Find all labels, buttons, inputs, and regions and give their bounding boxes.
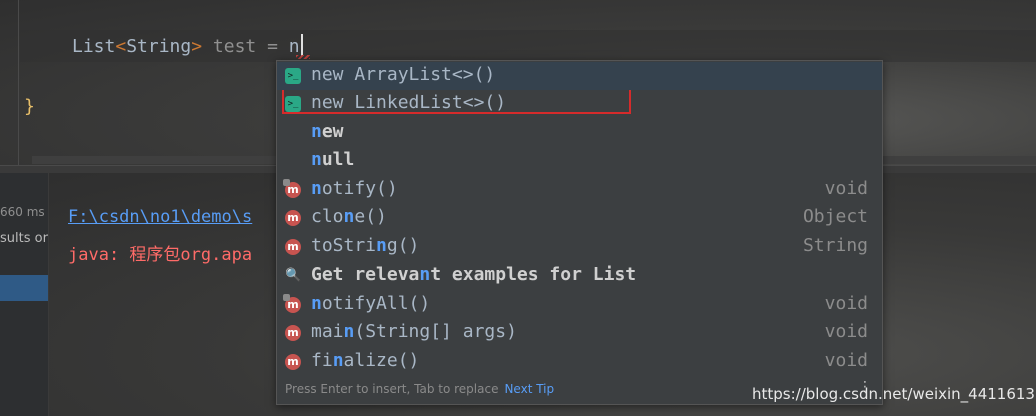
closing-brace: } [24,96,35,117]
completion-item[interactable]: >_ new LinkedList<>() [277,90,882,118]
completion-item[interactable]: m notify() void [277,176,882,204]
label-suffix: g() [386,235,420,256]
error-text: 程序包org.apa [129,245,253,265]
label-prefix: mai [311,321,344,342]
watermark: https://blog.csdn.net/weixin_44116132 [752,385,1036,403]
label-match: n [419,264,431,285]
completion-item-type: void [824,350,868,371]
completion-item-label: notify() [311,178,398,199]
label-match: n [343,206,355,227]
completion-item[interactable]: m main(String[] args) void [277,319,882,347]
completion-item-type: String [802,235,868,256]
generic-open: < [115,36,127,57]
run-output-path-link[interactable]: F:\csdn\no1\demo\s [68,207,252,227]
code-line[interactable]: List<String> test = n [72,34,303,57]
method-icon: m [283,294,301,313]
run-results-label: sults or [0,231,48,246]
completion-item-label: new ArrayList<>() [311,64,495,85]
next-tip-link[interactable]: Next Tip [504,382,554,396]
completion-item[interactable]: m finalize() void [277,348,882,376]
label-prefix: toStri [311,235,377,256]
label-match: n [376,235,387,256]
gutter-divider [18,0,19,165]
completion-item-label: Get relevant examples for List [311,264,636,285]
label-match: n [311,293,322,314]
label-suffix: otifyAll() [321,293,431,314]
method-icon: m [285,210,301,226]
live-template-icon: >_ [285,68,301,84]
label-suffix: (String[] args) [354,321,517,342]
method-icon: m [285,325,301,341]
completion-item-label: clone() [311,206,387,227]
method-icon: m [285,239,301,255]
label-prefix: Get releva [311,264,420,285]
method-icon: m [283,179,301,198]
label-prefix: new [311,92,355,113]
label-suffix: ArrayList<>() [354,64,496,85]
type-token: List [72,36,116,57]
label-suffix: ew [321,121,344,142]
completion-item[interactable]: m toString() String [277,233,882,261]
completion-item-label: new [311,121,344,142]
completion-item-label: main(String[] args) [311,321,517,342]
label-match: n [311,149,322,170]
completion-item-label: toString() [311,235,419,256]
typed-text: n [288,36,300,57]
completion-item[interactable]: m clone() Object [277,204,882,232]
search-icon: 🔍 [285,268,302,283]
label-suffix: ull [321,149,355,170]
completion-item-type: void [824,321,868,342]
completion-item-type: void [824,178,868,199]
completion-item-label: finalize() [311,350,419,371]
label-suffix: LinkedList<>() [354,92,507,113]
error-prefix: java: [68,245,130,265]
run-error-message: java: 程序包org.apa [68,240,252,265]
run-tree-selected-row[interactable] [0,275,48,301]
label-prefix: fi [311,350,333,371]
completion-item-label: notifyAll() [311,293,430,314]
label-suffix: e() [354,206,387,227]
run-duration: 660 ms [0,205,45,219]
label-prefix: clo [311,206,344,227]
completion-item-label: null [311,149,354,170]
text-cursor [300,34,303,56]
completion-item[interactable]: 🔍 Get relevant examples for List [277,262,882,290]
label-suffix: t examples for List [430,264,637,285]
completion-popup[interactable]: >_ new ArrayList<>() >_ new LinkedList<>() n… [276,60,883,405]
completion-item-type: Object [802,206,868,227]
method-icon: m [285,354,301,370]
completion-item-label: new LinkedList<>() [311,92,506,113]
label-match: n [343,321,355,342]
label-suffix: alize() [343,350,420,371]
generic-close: > [191,36,203,57]
variable-assignment: test = [202,36,289,57]
label-match: n [332,350,344,371]
completion-item[interactable]: new [277,119,882,147]
generic-type: String [126,36,192,57]
error-squiggle [296,55,310,59]
completion-item[interactable]: m notifyAll() void [277,291,882,319]
live-template-icon: >_ [285,96,301,112]
completion-footer: Press Enter to insert, Tab to replace Nex… [285,382,554,396]
completion-item[interactable]: >_ new ArrayList<>() [277,62,882,90]
completion-item-type: void [824,293,868,314]
label-prefix: new [311,64,355,85]
completion-item[interactable]: null [277,147,882,175]
footer-hint: Press Enter to insert, Tab to replace [285,382,499,396]
label-match: n [311,121,322,142]
label-suffix: otify() [321,178,398,199]
label-match: n [311,178,322,199]
